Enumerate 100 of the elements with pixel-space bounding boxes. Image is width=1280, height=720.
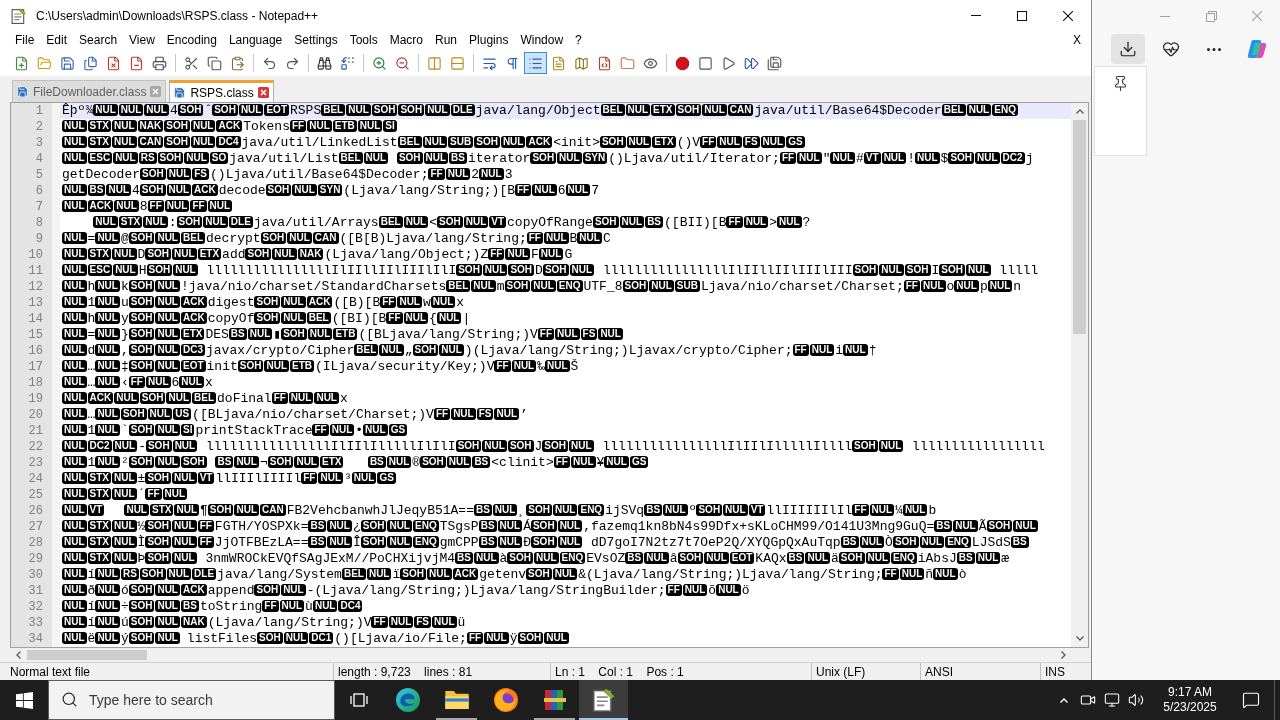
code-text: ([BII)[B bbox=[664, 215, 727, 230]
control-character: FF bbox=[386, 311, 403, 324]
restore-icon bbox=[1205, 10, 1217, 22]
control-character: SOH bbox=[139, 391, 166, 404]
line-number: 18 bbox=[28, 376, 43, 390]
line-number: 3 bbox=[35, 136, 43, 150]
control-character: SOH bbox=[526, 503, 552, 516]
chevron-right-icon[interactable] bbox=[1061, 651, 1066, 659]
fast-forward-icon bbox=[744, 55, 759, 71]
control-character: NUL bbox=[62, 327, 87, 340]
vertical-scrollbar[interactable] bbox=[1071, 103, 1088, 647]
notification-icon[interactable] bbox=[1242, 691, 1260, 709]
control-character: NUL bbox=[482, 439, 507, 452]
pin-icon[interactable] bbox=[1112, 75, 1129, 92]
menu-item[interactable]: Run bbox=[429, 31, 464, 50]
code-text: getenv bbox=[479, 567, 526, 582]
line-number: 6 bbox=[35, 184, 43, 198]
control-character: NUL bbox=[172, 439, 198, 452]
speaker-icon[interactable] bbox=[1128, 692, 1144, 708]
control-character: BS bbox=[87, 183, 106, 196]
code-text: C bbox=[602, 231, 611, 246]
control-character: NUL bbox=[682, 583, 708, 596]
code-text: ([BLjava/lang/String;)V bbox=[358, 327, 538, 342]
control-character: NUL bbox=[569, 439, 594, 452]
code-text: ‹ bbox=[120, 375, 129, 390]
menu-item[interactable]: ? bbox=[569, 31, 588, 50]
menu-item[interactable]: Window bbox=[514, 31, 570, 50]
control-character: BS bbox=[308, 519, 327, 532]
scrollbar-thumb[interactable] bbox=[1073, 120, 1086, 334]
control-character: ACK bbox=[181, 583, 207, 596]
control-character: NUL bbox=[878, 439, 904, 452]
files-icon bbox=[83, 55, 98, 71]
control-character: NUL bbox=[155, 599, 180, 612]
code-text: J bbox=[534, 439, 543, 454]
menu-item[interactable]: Search bbox=[73, 31, 124, 50]
control-character: NUL bbox=[387, 535, 412, 548]
browser-toolbar-button[interactable] bbox=[1111, 34, 1145, 64]
menu-item[interactable]: Edit bbox=[40, 31, 74, 50]
chevron-down-icon[interactable] bbox=[1075, 636, 1084, 641]
scrollbar-thumb[interactable] bbox=[27, 650, 147, 660]
menu-item[interactable]: View bbox=[123, 31, 161, 50]
monitor-icon[interactable] bbox=[1104, 692, 1120, 708]
control-character: NUL bbox=[619, 215, 645, 228]
text-editor[interactable] bbox=[10, 102, 1089, 648]
code-text: copyOf bbox=[207, 311, 255, 326]
control-character: NUL bbox=[155, 295, 180, 308]
video-camera-icon[interactable] bbox=[1080, 692, 1096, 708]
code-text: : bbox=[168, 215, 177, 230]
menu-item[interactable]: Encoding bbox=[160, 31, 223, 50]
control-character: ACK bbox=[181, 311, 207, 324]
control-character: BEL bbox=[181, 231, 205, 244]
menu-item[interactable]: Macro bbox=[383, 31, 429, 50]
control-character: NUL bbox=[879, 263, 904, 276]
code-text: $ bbox=[940, 151, 949, 166]
code-text: ÿ bbox=[509, 631, 518, 646]
control-character: ENQ bbox=[992, 103, 1018, 116]
menu-item[interactable]: File bbox=[9, 31, 41, 50]
control-character: NUL bbox=[797, 151, 822, 164]
control-character: NUL bbox=[155, 311, 180, 324]
control-character: NUL bbox=[327, 519, 352, 532]
search-field[interactable]: Type here to search bbox=[48, 680, 335, 720]
code-text: iAbsJ bbox=[917, 551, 957, 566]
code-text: add bbox=[222, 247, 246, 262]
menu-item[interactable]: Plugins bbox=[463, 31, 515, 50]
code-text: ? bbox=[802, 215, 811, 230]
line-number: 17 bbox=[28, 360, 43, 374]
document-tab[interactable]: FileDownloader.class bbox=[12, 80, 167, 102]
control-character: SOH bbox=[128, 583, 155, 596]
taskbar-app-button[interactable] bbox=[579, 680, 628, 720]
control-character: NUL bbox=[172, 519, 197, 532]
control-character: BS bbox=[840, 535, 859, 548]
control-character: NUL bbox=[172, 247, 197, 260]
clock-time[interactable]: 9:17 AM bbox=[1168, 685, 1212, 700]
control-character: NUL bbox=[351, 471, 377, 484]
control-character: NUL bbox=[543, 231, 569, 244]
control-character: SOH bbox=[257, 631, 283, 644]
control-character: SOH bbox=[145, 471, 172, 484]
file-minus-icon bbox=[129, 55, 144, 71]
control-character: BEL bbox=[306, 311, 331, 324]
control-character: FS bbox=[476, 407, 494, 420]
insert-mode-label: INS bbox=[1045, 664, 1065, 679]
code-text: listFiles bbox=[186, 631, 258, 646]
menu-item[interactable]: Language bbox=[222, 31, 289, 50]
clock-date[interactable]: 5/23/2025 bbox=[1163, 700, 1217, 715]
close-icon bbox=[257, 87, 269, 98]
control-character: SOH bbox=[212, 103, 238, 116]
code-text: ¿ bbox=[352, 519, 361, 534]
control-character: NUL bbox=[93, 215, 118, 228]
control-character: SOH bbox=[599, 135, 626, 148]
code-text: llllllllllllllllIlIIlIlllllIlIlI bbox=[205, 439, 456, 454]
control-character: NUL bbox=[95, 327, 120, 340]
control-character: NUL bbox=[557, 535, 583, 548]
document-tab[interactable]: RSPS.class bbox=[169, 80, 274, 102]
control-character: BS bbox=[786, 551, 805, 564]
menu-item[interactable]: Tools bbox=[343, 31, 384, 50]
chevron-left-icon[interactable] bbox=[16, 651, 21, 659]
line-number: 20 bbox=[28, 408, 43, 422]
control-character: NUL bbox=[954, 279, 979, 292]
close-document-button[interactable]: X bbox=[1069, 31, 1085, 50]
menu-item[interactable]: Settings bbox=[288, 31, 344, 50]
